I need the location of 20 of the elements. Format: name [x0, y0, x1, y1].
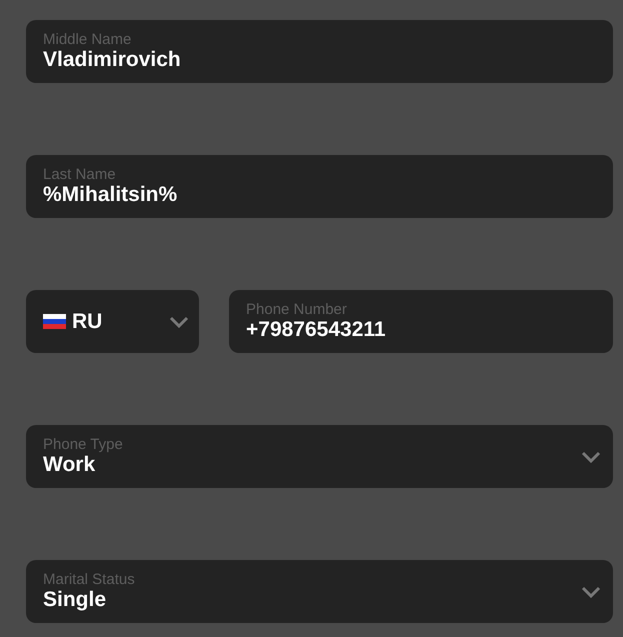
country-select[interactable]: RU: [26, 290, 199, 353]
input-field[interactable]: Middle Name Vladimirovich: [26, 20, 613, 83]
field-value: Single: [43, 588, 108, 612]
select-field[interactable]: Phone Type Work: [26, 425, 613, 488]
field-value: Work: [43, 452, 96, 476]
input-field[interactable]: Last Name %Mihalitsin%: [26, 155, 613, 218]
field-value: +79876543211: [246, 318, 387, 342]
field-label: Phone Number: [246, 302, 348, 318]
field-label: Phone Type: [43, 436, 124, 452]
input-field[interactable]: Phone Number +79876543211: [229, 290, 613, 353]
chevron-down-icon: [581, 586, 601, 598]
flag-icon: [43, 314, 66, 329]
field-label: Last Name: [43, 166, 117, 182]
field-label: Marital Status: [43, 572, 136, 588]
chevron-down-icon: [169, 316, 189, 328]
field-value: %Mihalitsin%: [43, 182, 178, 206]
field-value: Vladimirovich: [43, 48, 182, 72]
field-label: Middle Name: [43, 32, 132, 48]
select-field[interactable]: Marital Status Single: [26, 560, 613, 623]
chevron-down-icon: [581, 450, 601, 462]
